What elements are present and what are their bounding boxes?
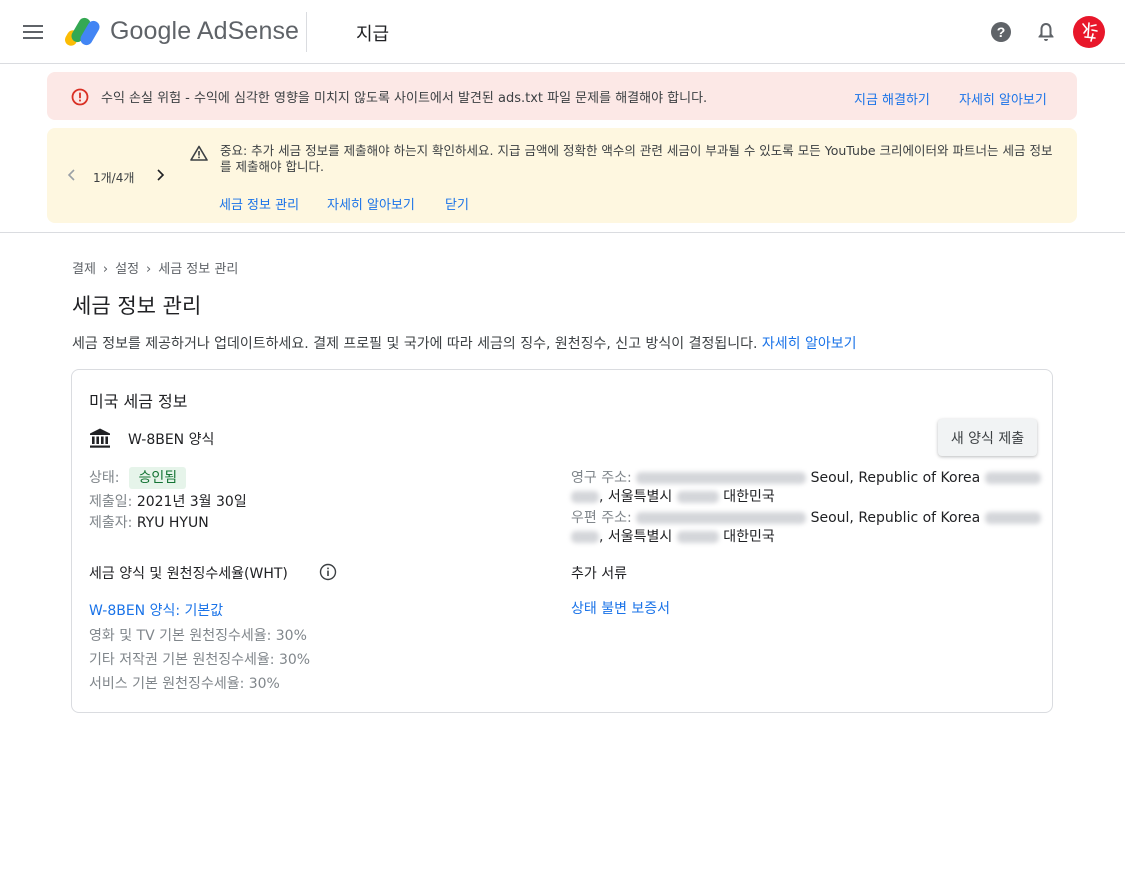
permanent-address-row: 영구 주소: Seoul, Republic of Korea: [571, 467, 1041, 487]
chevron-right-icon: ›: [102, 262, 109, 277]
status-label: 상태:: [89, 470, 120, 486]
manage-tax-info-link[interactable]: 세금 정보 관리: [219, 194, 299, 213]
mailing-address-row-2: , 서울특별시 대한민국: [571, 526, 775, 546]
mailing-address-row: 우편 주소: Seoul, Republic of Korea: [571, 507, 1041, 527]
chevron-right-icon[interactable]: [153, 168, 167, 182]
rate-row: 서비스 기본 원천징수세율: 30%: [89, 676, 280, 692]
warning-banner-message: 중요: 추가 세금 정보를 제출해야 하는지 확인하세요. 지급 금액에 정확한…: [220, 143, 1053, 174]
status-certificate-link[interactable]: 상태 불변 보증서: [571, 598, 670, 618]
redacted-text: [636, 512, 807, 524]
page-description-text: 세금 정보를 제공하거나 업데이트하세요. 결제 프로필 및 국가에 따라 세금…: [72, 336, 758, 352]
help-icon[interactable]: ?: [990, 21, 1012, 43]
us-tax-info-card: 미국 세금 정보 W-8BEN 양식 새 양식 제출 상태: 승인됨 제출일: 2…: [71, 369, 1053, 713]
notifications-icon[interactable]: [1035, 21, 1057, 43]
breadcrumb: 결제 › 설정 › 세금 정보 관리: [72, 258, 238, 277]
redacted-text: [984, 512, 1041, 524]
brand-name: Google AdSense: [110, 17, 300, 45]
submitter-row: 제출자: RYU HYUN: [89, 512, 209, 532]
additional-docs-heading: 추가 서류: [571, 566, 627, 582]
redacted-text: [984, 472, 1041, 484]
mailing-address-separator: ,: [599, 529, 604, 545]
page-title: 세금 정보 관리: [72, 294, 202, 318]
card-title: 미국 세금 정보: [89, 392, 188, 411]
permanent-address-row-2: , 서울특별시 대한민국: [571, 486, 775, 506]
bank-icon: [90, 428, 110, 448]
permanent-address-region: 서울특별시: [607, 489, 673, 505]
avatar-image-icon: [1082, 22, 1098, 42]
breadcrumb-current: 세금 정보 관리: [158, 262, 239, 277]
permanent-address-label: 영구 주소:: [571, 470, 632, 486]
rate-row: 기타 저작권 기본 원천징수세율: 30%: [89, 652, 311, 668]
svg-text:?: ?: [997, 24, 1006, 40]
redacted-text: [676, 531, 719, 543]
chevron-left-icon[interactable]: [65, 168, 79, 182]
mailing-address-label: 우편 주소:: [571, 510, 632, 526]
mailing-address-country: 대한민국: [723, 529, 775, 545]
section-title: 지급: [356, 24, 390, 45]
error-icon: [71, 88, 89, 106]
error-learn-more-link[interactable]: 자세히 알아보기: [959, 89, 1047, 108]
warning-icon: [190, 145, 208, 161]
dismiss-link[interactable]: 닫기: [445, 194, 469, 213]
breadcrumb-payments[interactable]: 결제: [72, 262, 96, 277]
permanent-address-separator: ,: [599, 489, 604, 505]
ads-txt-error-banner: 수익 손실 위험 - 수익에 심각한 영향을 미치지 않도록 사이트에서 발견된…: [47, 72, 1077, 120]
status-badge: 승인됨: [129, 467, 187, 489]
page-description: 세금 정보를 제공하거나 업데이트하세요. 결제 프로필 및 국가에 따라 세금…: [72, 333, 857, 353]
page-divider: [0, 232, 1125, 233]
permanent-address-city: Seoul, Republic of Korea: [810, 470, 981, 486]
submitted-date-value: 2021년 3월 30일: [136, 494, 247, 510]
info-icon[interactable]: [319, 563, 337, 581]
breadcrumb-settings[interactable]: 설정: [115, 262, 139, 277]
avatar[interactable]: [1073, 16, 1105, 48]
submit-new-form-button[interactable]: 새 양식 제출: [938, 419, 1037, 456]
w8ben-default-link[interactable]: W-8BEN 양식: 기본값: [89, 600, 223, 620]
fix-now-link[interactable]: 지금 해결하기: [854, 89, 930, 108]
chevron-right-icon: ›: [146, 262, 152, 277]
banner-pager-count: 1개/4개: [93, 171, 135, 185]
submitter-label: 제출자:: [89, 515, 133, 531]
form-name: W-8BEN 양식: [128, 432, 215, 448]
page-learn-more-link[interactable]: 자세히 알아보기: [762, 336, 857, 352]
warning-learn-more-link[interactable]: 자세히 알아보기: [327, 194, 415, 213]
submitted-date-row: 제출일: 2021년 3월 30일: [89, 491, 247, 511]
rate-row: 영화 및 TV 기본 원천징수세율: 30%: [89, 628, 307, 644]
tax-info-warning-banner: 1개/4개 중요: 추가 세금 정보를 제출해야 하는지 확인하세요. 지급 금…: [47, 128, 1077, 223]
header-divider: [306, 12, 307, 52]
menu-icon[interactable]: [21, 22, 45, 42]
redacted-text: [571, 531, 599, 543]
submitter-value: RYU HYUN: [136, 515, 209, 531]
redacted-text: [676, 491, 719, 503]
top-app-bar: Google AdSense 지급 ?: [0, 0, 1125, 64]
permanent-address-country: 대한민국: [723, 489, 775, 505]
wht-heading: 세금 양식 및 원천징수세율(WHT): [89, 566, 288, 582]
redacted-text: [636, 472, 807, 484]
submitted-date-label: 제출일:: [89, 494, 133, 510]
mailing-address-region: 서울특별시: [607, 529, 673, 545]
mailing-address-city: Seoul, Republic of Korea: [810, 510, 981, 526]
redacted-text: [571, 491, 599, 503]
status-row: 상태: 승인됨: [89, 467, 187, 489]
error-banner-message: 수익 손실 위험 - 수익에 심각한 영향을 미치지 않도록 사이트에서 발견된…: [101, 91, 708, 106]
adsense-logo-icon: [65, 17, 100, 46]
